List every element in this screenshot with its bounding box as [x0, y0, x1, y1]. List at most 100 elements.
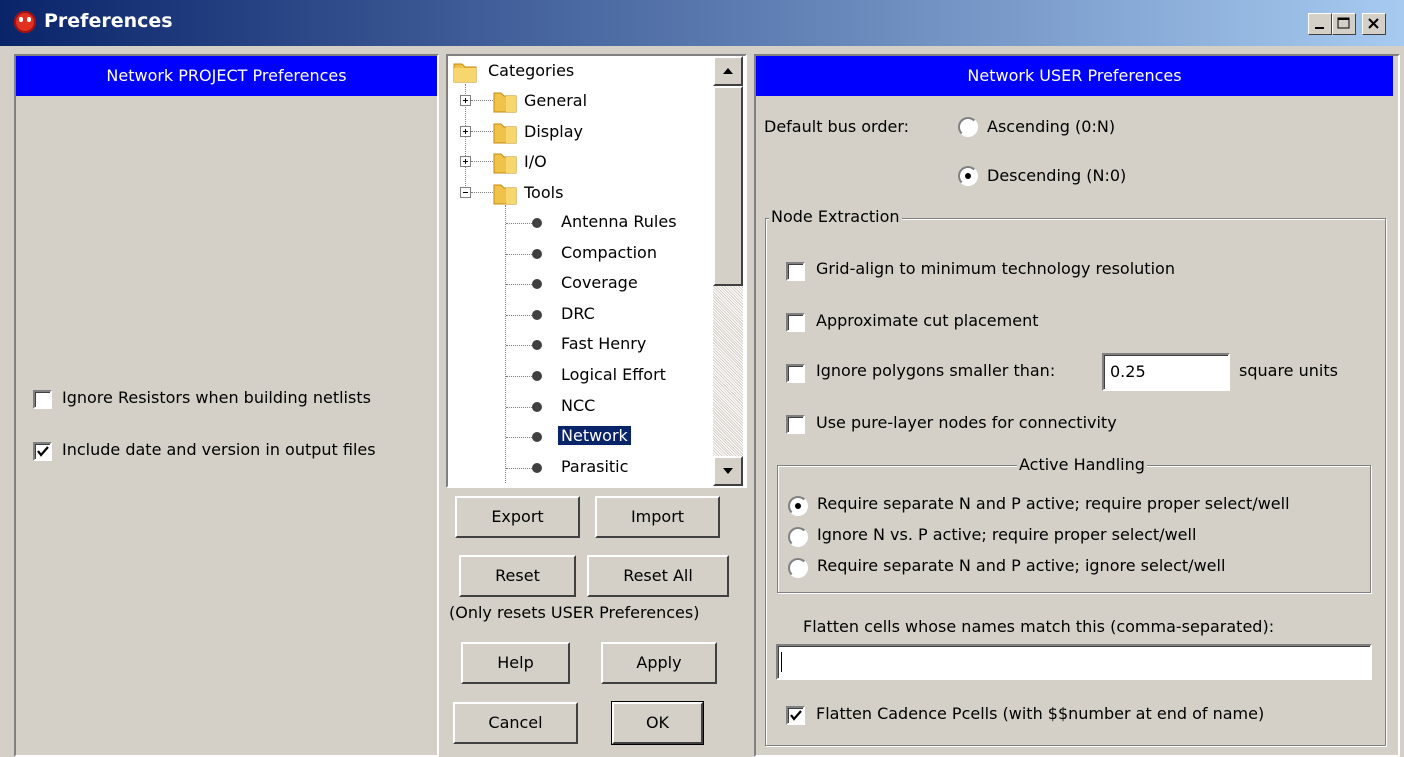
descending-radio[interactable] [958, 166, 978, 186]
scroll-up-button[interactable] [713, 56, 743, 86]
title-bar[interactable] [0, 0, 1404, 46]
active-option-3-label: Require separate N and P active; ignore … [817, 556, 1226, 575]
cancel-button[interactable]: Cancel [453, 702, 578, 744]
minimize-icon [1315, 27, 1324, 29]
leaf-bullet-icon [532, 310, 542, 320]
tree-item-drc[interactable]: DRC [561, 304, 595, 323]
active-option-1-radio[interactable] [788, 496, 808, 516]
reset-note: (Only resets USER Preferences) [449, 603, 700, 622]
export-button[interactable]: Export [455, 496, 580, 538]
expand-icon[interactable] [460, 126, 471, 137]
tree-root-label[interactable]: Categories [488, 61, 574, 80]
tree-item-compaction[interactable]: Compaction [561, 243, 657, 262]
include-date-checkbox[interactable] [33, 442, 52, 461]
bus-order-label: Default bus order: [764, 117, 910, 136]
folder-icon [493, 184, 517, 205]
leaf-bullet-icon [532, 402, 542, 412]
square-units-label: square units [1239, 361, 1338, 380]
tree-item-ncc[interactable]: NCC [561, 396, 595, 415]
folder-icon [493, 92, 517, 113]
tree-item-antenna-rules[interactable]: Antenna Rules [561, 212, 677, 231]
leaf-bullet-icon [532, 279, 542, 289]
folder-icon [493, 123, 517, 144]
apply-button[interactable]: Apply [601, 642, 717, 684]
window-title: Preferences [44, 10, 173, 32]
checkmark-icon [790, 710, 802, 721]
expand-icon[interactable] [460, 156, 471, 167]
user-preferences-header: Network USER Preferences [756, 56, 1393, 96]
tree-line [471, 131, 493, 132]
pure-layer-checkbox[interactable] [786, 415, 805, 434]
tree-item-network[interactable]: Network [557, 425, 632, 446]
tree-line [471, 161, 493, 162]
leaf-bullet-icon [532, 249, 542, 259]
active-option-2-label: Ignore N vs. P active; require proper se… [817, 525, 1197, 544]
leaf-bullet-icon [532, 340, 542, 350]
flatten-pcells-label: Flatten Cadence Pcells (with $$number at… [816, 704, 1265, 723]
close-icon [1368, 18, 1379, 29]
tree-item-parasitic[interactable]: Parasitic [561, 457, 628, 476]
tree-line [506, 315, 532, 316]
folder-icon [453, 63, 477, 83]
text-cursor [781, 652, 782, 672]
tree-line [506, 407, 532, 408]
tree-line [505, 205, 506, 483]
descending-label: Descending (N:0) [987, 166, 1127, 185]
approx-cut-label: Approximate cut placement [816, 311, 1039, 330]
scroll-down-button[interactable] [713, 456, 743, 486]
tree-item-display[interactable]: Display [524, 122, 583, 141]
tree-line [506, 345, 532, 346]
maximize-icon [1337, 17, 1350, 29]
leaf-bullet-icon [532, 218, 542, 228]
ascending-radio[interactable] [958, 117, 978, 137]
tree-item-fast-henry[interactable]: Fast Henry [561, 334, 646, 353]
leaf-bullet-icon [532, 432, 542, 442]
project-preferences-header: Network PROJECT Preferences [16, 56, 437, 96]
ok-button[interactable]: OK [611, 701, 704, 745]
tree-line [506, 437, 532, 438]
active-option-3-radio[interactable] [788, 558, 808, 578]
arrow-down-icon [723, 468, 733, 474]
ascending-label: Ascending (0:N) [987, 117, 1116, 136]
ignore-polygons-checkbox[interactable] [786, 364, 805, 383]
tree-item-coverage[interactable]: Coverage [561, 273, 638, 292]
scroll-thumb[interactable] [713, 86, 743, 286]
leaf-bullet-icon [532, 463, 542, 473]
tree-item-tools[interactable]: Tools [524, 183, 563, 202]
tree-item-general[interactable]: General [524, 91, 587, 110]
pure-layer-label: Use pure-layer nodes for connectivity [816, 413, 1117, 432]
flatten-cells-input[interactable] [776, 644, 1372, 680]
ignore-resistors-label: Ignore Resistors when building netlists [62, 388, 371, 407]
ignore-polygons-label: Ignore polygons smaller than: [816, 361, 1056, 380]
collapse-icon[interactable] [460, 187, 471, 198]
help-button[interactable]: Help [461, 642, 570, 684]
checkmark-icon [37, 446, 49, 457]
ignore-resistors-checkbox[interactable] [33, 390, 52, 409]
arrow-up-icon [723, 68, 733, 74]
node-extraction-legend: Node Extraction [769, 207, 902, 226]
active-option-1-label: Require separate N and P active; require… [817, 494, 1290, 513]
tree-line [506, 284, 532, 285]
approx-cut-checkbox[interactable] [786, 313, 805, 332]
polygon-size-input[interactable]: 0.25 [1102, 353, 1230, 391]
include-date-label: Include date and version in output files [62, 440, 376, 459]
tree-line [506, 376, 532, 377]
grid-align-checkbox[interactable] [786, 262, 805, 281]
minimize-button[interactable] [1308, 13, 1332, 35]
tree-line [471, 100, 493, 101]
tree-item-logical-effort[interactable]: Logical Effort [561, 365, 666, 384]
tree-item-io[interactable]: I/O [524, 152, 547, 171]
leaf-bullet-icon [532, 371, 542, 381]
reset-all-button[interactable]: Reset All [587, 555, 729, 597]
flatten-pcells-checkbox[interactable] [786, 706, 805, 725]
tree-line [506, 254, 532, 255]
expand-icon[interactable] [460, 95, 471, 106]
grid-align-label: Grid-align to minimum technology resolut… [816, 259, 1175, 278]
close-button[interactable] [1362, 13, 1386, 35]
app-icon [14, 11, 36, 33]
import-button[interactable]: Import [595, 496, 720, 538]
active-option-2-radio[interactable] [788, 527, 808, 547]
active-handling-legend: Active Handling [1017, 455, 1147, 474]
maximize-button[interactable] [1332, 13, 1356, 35]
reset-button[interactable]: Reset [459, 555, 576, 597]
